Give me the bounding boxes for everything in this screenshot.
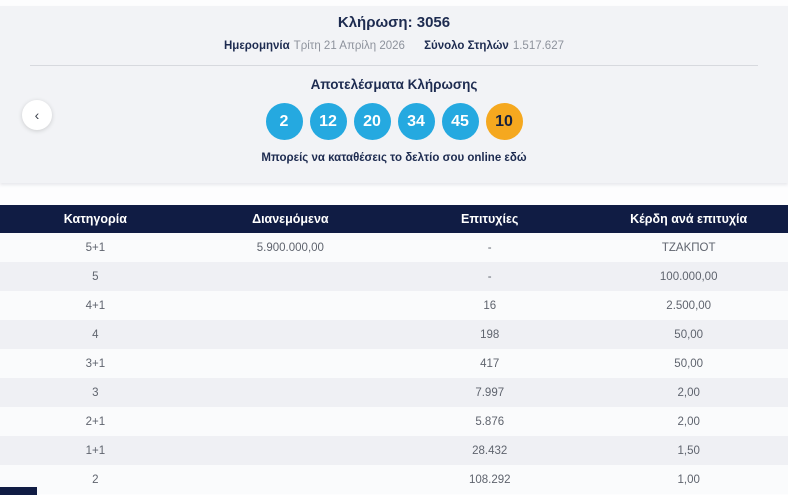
- cell-category: 5+1: [85, 241, 106, 254]
- draw-date: Ημερομηνία Τρίτη 21 Απρίλη 2026: [224, 40, 405, 52]
- prize-table-header: Κατηγορία Διανεμόμενα Επιτυχίες Κέρδη αν…: [0, 205, 788, 233]
- draw-date-label: Ημερομηνία: [224, 40, 290, 52]
- cell-prize: 100.000,00: [659, 270, 718, 283]
- cell-distributed: [191, 378, 390, 407]
- cell-prize: 50,00: [674, 328, 704, 341]
- header-winners: Επιτυχίες: [461, 212, 519, 226]
- cell-category: 3: [92, 386, 99, 399]
- header-distributed: Διανεμόμενα: [252, 212, 329, 226]
- cell-category: 5: [92, 270, 99, 283]
- cell-category: 4: [92, 328, 99, 341]
- table-row: 3+1 417 50,00: [0, 349, 788, 378]
- table-row: 2 108.292 1,00: [0, 465, 788, 494]
- cell-prize: 50,00: [674, 357, 704, 370]
- cell-winners: 108.292: [468, 473, 511, 486]
- cell-distributed: [191, 349, 390, 378]
- table-row: 5 - 100.000,00: [0, 262, 788, 291]
- cell-winners: 5.876: [475, 415, 505, 428]
- draw-date-value: Τρίτη 21 Απρίλη 2026: [293, 40, 405, 52]
- cell-category: 1+1: [85, 444, 106, 457]
- table-row: 1+1 28.432 1,50: [0, 436, 788, 465]
- cell-prize: 2,00: [677, 386, 700, 399]
- total-columns-label: Σύνολο Στηλών: [424, 40, 509, 52]
- total-columns-value: 1.517.627: [512, 40, 564, 52]
- draw-number: 3056: [416, 14, 451, 31]
- total-columns: Σύνολο Στηλών 1.517.627: [424, 40, 564, 52]
- table-row: 4+1 16 2.500,00: [0, 291, 788, 320]
- cell-category: 3+1: [85, 357, 106, 370]
- table-row: 5+1 5.900.000,00 - ΤΖΑΚΠΟΤ: [0, 233, 788, 262]
- cell-category: 4+1: [85, 299, 106, 312]
- cell-prize: 1,00: [677, 473, 700, 486]
- table-row: 4 198 50,00: [0, 320, 788, 349]
- number-ball-1: 2: [265, 103, 303, 140]
- chevron-left-icon: ‹: [34, 107, 40, 123]
- winning-numbers: 2 12 20 34 45 10: [0, 103, 788, 140]
- cell-prize: 2.500,00: [666, 299, 712, 312]
- cell-prize: ΤΖΑΚΠΟΤ: [661, 241, 716, 254]
- header-prize: Κέρδη ανά επιτυχία: [630, 212, 748, 226]
- results-heading: Αποτελέσματα Κλήρωσης: [310, 77, 478, 92]
- table-row: 2+1 5.876 2,00: [0, 407, 788, 436]
- prize-table-body: 5+1 5.900.000,00 - ΤΖΑΚΠΟΤ 5 - 100.000,00 4+1 16…: [0, 233, 788, 494]
- cell-distributed: 5.900.000,00: [256, 241, 324, 254]
- cell-prize: 2,00: [677, 415, 700, 428]
- prize-table: Κατηγορία Διανεμόμενα Επιτυχίες Κέρδη αν…: [0, 205, 788, 495]
- number-ball-2: 12: [309, 103, 347, 140]
- number-ball-5: 45: [441, 103, 479, 140]
- draw-title: Κλήρωση: 3056: [0, 6, 788, 31]
- cell-distributed: [191, 320, 390, 349]
- number-ball-3: 20: [353, 103, 391, 140]
- cell-winners: 16: [483, 299, 497, 312]
- joker-ball: 10: [485, 103, 523, 140]
- draw-summary-panel: Κλήρωση: 3056 Ημερομηνία Τρίτη 21 Απρίλη …: [0, 6, 788, 183]
- cell-category: 2+1: [85, 415, 106, 428]
- cell-winners: 7.997: [475, 386, 505, 399]
- cell-distributed: [191, 436, 390, 465]
- number-ball-4: 34: [397, 103, 435, 140]
- draw-meta: Ημερομηνία Τρίτη 21 Απρίλη 2026 Σύνολο Στ…: [0, 40, 788, 52]
- table-row: 3 7.997 2,00: [0, 378, 788, 407]
- cell-winners: -: [487, 241, 492, 254]
- cell-distributed: [191, 262, 390, 291]
- cell-winners: 417: [480, 357, 500, 370]
- header-category: Κατηγορία: [63, 212, 127, 226]
- cell-winners: 28.432: [472, 444, 508, 457]
- cell-winners: 198: [480, 328, 500, 341]
- draw-title-label: Κλήρωση:: [337, 14, 413, 31]
- cell-distributed: [191, 407, 390, 436]
- cell-distributed: [191, 465, 390, 494]
- carousel-prev-button[interactable]: ‹: [22, 100, 52, 130]
- submit-online-link[interactable]: Μπορείς να καταθέσεις το δελτίο σου onli…: [0, 152, 788, 164]
- cell-distributed: [191, 291, 390, 320]
- cell-prize: 1,50: [677, 444, 700, 457]
- cell-winners: -: [487, 270, 492, 283]
- footer-edge: [0, 487, 37, 495]
- divider: [30, 65, 758, 66]
